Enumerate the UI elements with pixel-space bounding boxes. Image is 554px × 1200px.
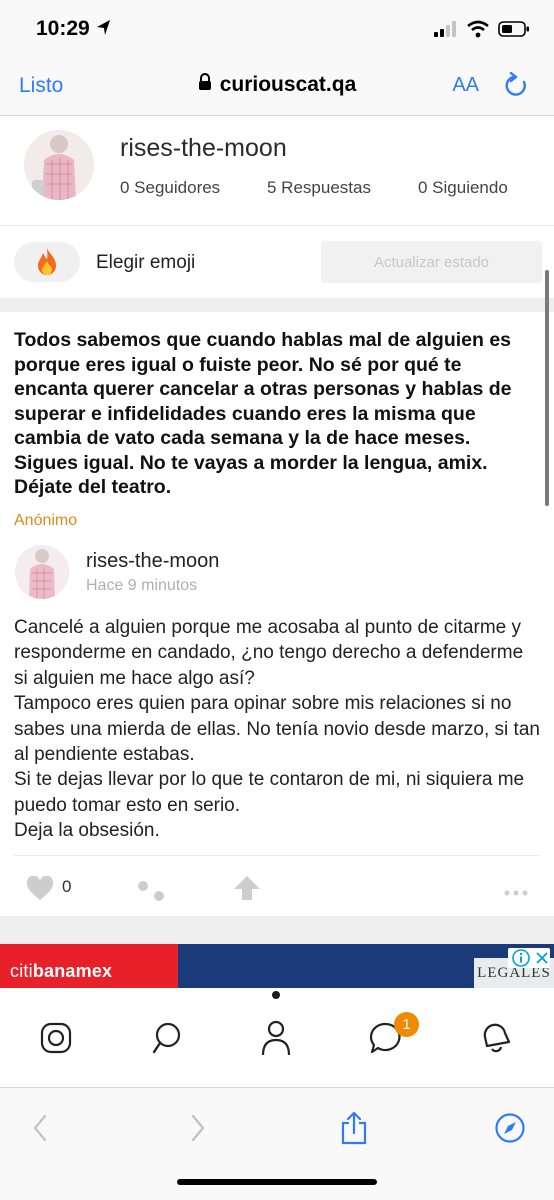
choose-emoji-label[interactable]: Elegir emoji xyxy=(96,252,195,274)
signal-icon xyxy=(434,21,458,42)
quote-icon[interactable] xyxy=(136,871,168,913)
share-arrow-icon[interactable] xyxy=(233,875,261,906)
profile-header: rises-the-moon 0 Seguidores 5 Respuestas… xyxy=(0,116,554,226)
back-button[interactable] xyxy=(20,1108,60,1148)
app-bottom-nav: 1 xyxy=(0,1000,554,1087)
open-in-safari-button[interactable] xyxy=(490,1108,530,1148)
share-icon xyxy=(341,1111,367,1145)
messages-badge: 1 xyxy=(394,1012,419,1037)
nav-profile[interactable] xyxy=(256,1018,296,1058)
more-options-icon[interactable] xyxy=(504,887,528,899)
followers-count[interactable]: 0 Seguidores xyxy=(120,178,220,198)
compass-icon xyxy=(495,1113,525,1143)
battery-icon xyxy=(498,21,530,42)
nav-search[interactable] xyxy=(147,1018,187,1058)
url-domain: curiouscat.qa xyxy=(219,73,357,96)
ad-brand-text: citibanamex xyxy=(10,961,112,982)
browser-top-bar: Listo curiouscat.qa AA xyxy=(0,58,554,116)
ad-controls[interactable] xyxy=(508,948,550,968)
section-divider xyxy=(0,298,554,312)
avatar[interactable] xyxy=(24,130,94,200)
ad-brand-prefix: citi xyxy=(10,961,33,981)
share-button[interactable] xyxy=(334,1108,374,1148)
update-status-button[interactable]: Actualizar estado xyxy=(321,241,542,283)
asker-name: Anónimo xyxy=(14,512,78,529)
answerer-username[interactable]: rises-the-moon xyxy=(86,550,219,573)
forward-button[interactable] xyxy=(178,1108,218,1148)
status-editor: 🔥 Elegir emoji Actualizar estado xyxy=(0,226,554,298)
answerer-avatar[interactable] xyxy=(15,545,69,599)
reload-icon[interactable] xyxy=(504,71,530,105)
camera-icon xyxy=(40,1022,72,1054)
ad-brand-suffix: banamex xyxy=(32,961,113,981)
ad-info-icon[interactable] xyxy=(512,949,530,967)
ad-banner[interactable]: citibanamex LEGALES xyxy=(0,944,554,988)
home-indicator[interactable] xyxy=(177,1179,377,1185)
lock-icon xyxy=(198,73,212,97)
following-count[interactable]: 0 Siguiendo xyxy=(418,178,508,198)
answer-card: Todos sabemos que cuando hablas mal de a… xyxy=(0,312,554,916)
ad-close-icon[interactable] xyxy=(534,950,550,966)
nav-notifications[interactable] xyxy=(476,1018,516,1058)
text-size-button[interactable]: AA xyxy=(452,74,479,97)
answers-count[interactable]: 5 Respuestas xyxy=(267,178,371,198)
chevron-right-icon xyxy=(191,1114,205,1142)
question-text: Todos sabemos que cuando hablas mal de a… xyxy=(14,329,512,498)
status-bar: 10:29 xyxy=(0,0,554,58)
fire-icon xyxy=(38,248,56,275)
section-divider xyxy=(0,916,554,944)
divider xyxy=(14,855,540,856)
user-icon xyxy=(261,1020,291,1056)
like-count: 0 xyxy=(62,877,72,896)
page-indicator-dot xyxy=(272,991,280,999)
bell-icon xyxy=(483,1023,511,1053)
post-timestamp: Hace 9 minutos xyxy=(86,577,198,594)
wifi-icon xyxy=(466,20,490,43)
answer-text: Cancelé a alguien porque me acosaba al p… xyxy=(14,617,540,842)
nav-feed[interactable] xyxy=(36,1018,76,1058)
chevron-left-icon xyxy=(33,1114,47,1142)
search-icon xyxy=(152,1022,181,1054)
location-arrow-icon xyxy=(96,19,112,42)
post-actions: 0 xyxy=(0,865,554,909)
status-time: 10:29 xyxy=(36,17,90,40)
profile-username: rises-the-moon xyxy=(120,134,287,162)
scrollbar[interactable] xyxy=(545,270,549,506)
heart-icon[interactable] xyxy=(26,875,54,907)
emoji-picker-button[interactable]: 🔥 xyxy=(14,242,80,282)
